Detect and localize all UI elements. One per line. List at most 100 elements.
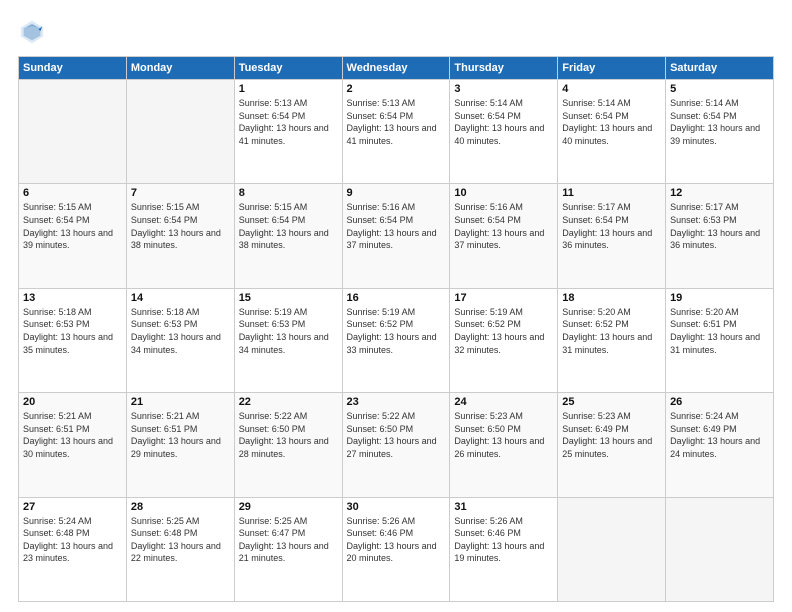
cell-info: Sunrise: 5:15 AM Sunset: 6:54 PM Dayligh… bbox=[23, 201, 122, 251]
calendar-cell: 8Sunrise: 5:15 AM Sunset: 6:54 PM Daylig… bbox=[234, 184, 342, 288]
calendar-week-3: 13 Sunrise: 5:18 AM Sunset: 6:53 PM Dayli… bbox=[19, 288, 774, 392]
calendar-header-thursday: Thursday bbox=[450, 57, 558, 80]
calendar-cell: 14 Sunrise: 5:18 AM Sunset: 6:53 PM Dayli… bbox=[126, 288, 234, 392]
calendar-header-sunday: Sunday bbox=[19, 57, 127, 80]
calendar-cell: 7 Sunrise: 5:15 AM Sunset: 6:54 PM Daylig… bbox=[126, 184, 234, 288]
calendar-cell: 28 Sunrise: 5:25 AM Sunset: 6:48 PM Dayli… bbox=[126, 497, 234, 601]
calendar-cell: 5 Sunrise: 5:14 AM Sunset: 6:54 PM Daylig… bbox=[666, 80, 774, 184]
cell-info: Sunrise: 5:18 AM Sunset: 6:53 PM Dayligh… bbox=[23, 306, 122, 356]
calendar-cell: 27Sunrise: 5:24 AM Sunset: 6:48 PM Dayli… bbox=[19, 497, 127, 601]
day-number: 19 bbox=[670, 292, 769, 304]
calendar-cell: 17 Sunrise: 5:19 AM Sunset: 6:52 PM Dayli… bbox=[450, 288, 558, 392]
day-number: 2 bbox=[347, 83, 446, 95]
day-number: 28 bbox=[131, 501, 230, 513]
calendar-cell: 22 Sunrise: 5:22 AM Sunset: 6:50 PM Dayli… bbox=[234, 393, 342, 497]
day-number: 7 bbox=[131, 187, 230, 199]
cell-info: Sunrise: 5:19 AM Sunset: 6:52 PM Dayligh… bbox=[347, 306, 446, 356]
calendar-cell bbox=[666, 497, 774, 601]
calendar-cell: 16 Sunrise: 5:19 AM Sunset: 6:52 PM Dayli… bbox=[342, 288, 450, 392]
day-number: 11 bbox=[562, 187, 661, 199]
calendar-week-5: 27Sunrise: 5:24 AM Sunset: 6:48 PM Dayli… bbox=[19, 497, 774, 601]
day-number: 17 bbox=[454, 292, 553, 304]
cell-info: Sunrise: 5:26 AM Sunset: 6:46 PM Dayligh… bbox=[347, 515, 446, 565]
cell-info: Sunrise: 5:16 AM Sunset: 6:54 PM Dayligh… bbox=[347, 201, 446, 251]
calendar-cell: 3Sunrise: 5:14 AM Sunset: 6:54 PM Daylig… bbox=[450, 80, 558, 184]
calendar-header-monday: Monday bbox=[126, 57, 234, 80]
calendar-header-friday: Friday bbox=[558, 57, 666, 80]
day-number: 22 bbox=[239, 396, 338, 408]
day-number: 12 bbox=[670, 187, 769, 199]
calendar-cell: 24Sunrise: 5:23 AM Sunset: 6:50 PM Dayli… bbox=[450, 393, 558, 497]
calendar-week-4: 20 Sunrise: 5:21 AM Sunset: 6:51 PM Dayli… bbox=[19, 393, 774, 497]
cell-info: Sunrise: 5:20 AM Sunset: 6:51 PM Dayligh… bbox=[670, 306, 769, 356]
cell-info: Sunrise: 5:15 AM Sunset: 6:54 PM Dayligh… bbox=[131, 201, 230, 251]
calendar-cell: 12Sunrise: 5:17 AM Sunset: 6:53 PM Dayli… bbox=[666, 184, 774, 288]
calendar-header-saturday: Saturday bbox=[666, 57, 774, 80]
cell-info: Sunrise: 5:22 AM Sunset: 6:50 PM Dayligh… bbox=[347, 410, 446, 460]
calendar-cell: 1Sunrise: 5:13 AM Sunset: 6:54 PM Daylig… bbox=[234, 80, 342, 184]
calendar-cell: 23 Sunrise: 5:22 AM Sunset: 6:50 PM Dayli… bbox=[342, 393, 450, 497]
cell-info: Sunrise: 5:19 AM Sunset: 6:53 PM Dayligh… bbox=[239, 306, 338, 356]
cell-info: Sunrise: 5:25 AM Sunset: 6:48 PM Dayligh… bbox=[131, 515, 230, 565]
calendar-header-row: SundayMondayTuesdayWednesdayThursdayFrid… bbox=[19, 57, 774, 80]
calendar-cell: 26 Sunrise: 5:24 AM Sunset: 6:49 PM Dayli… bbox=[666, 393, 774, 497]
calendar-cell bbox=[558, 497, 666, 601]
calendar-cell: 15Sunrise: 5:19 AM Sunset: 6:53 PM Dayli… bbox=[234, 288, 342, 392]
cell-info: Sunrise: 5:19 AM Sunset: 6:52 PM Dayligh… bbox=[454, 306, 553, 356]
cell-info: Sunrise: 5:20 AM Sunset: 6:52 PM Dayligh… bbox=[562, 306, 661, 356]
calendar-cell: 6Sunrise: 5:15 AM Sunset: 6:54 PM Daylig… bbox=[19, 184, 127, 288]
calendar-cell bbox=[19, 80, 127, 184]
calendar-header-tuesday: Tuesday bbox=[234, 57, 342, 80]
page: SundayMondayTuesdayWednesdayThursdayFrid… bbox=[0, 0, 792, 612]
cell-info: Sunrise: 5:22 AM Sunset: 6:50 PM Dayligh… bbox=[239, 410, 338, 460]
day-number: 10 bbox=[454, 187, 553, 199]
calendar-cell: 21Sunrise: 5:21 AM Sunset: 6:51 PM Dayli… bbox=[126, 393, 234, 497]
day-number: 31 bbox=[454, 501, 553, 513]
day-number: 16 bbox=[347, 292, 446, 304]
day-number: 25 bbox=[562, 396, 661, 408]
cell-info: Sunrise: 5:21 AM Sunset: 6:51 PM Dayligh… bbox=[23, 410, 122, 460]
calendar-cell: 25Sunrise: 5:23 AM Sunset: 6:49 PM Dayli… bbox=[558, 393, 666, 497]
day-number: 9 bbox=[347, 187, 446, 199]
calendar-cell bbox=[126, 80, 234, 184]
calendar-cell: 29 Sunrise: 5:25 AM Sunset: 6:47 PM Dayli… bbox=[234, 497, 342, 601]
calendar-header-wednesday: Wednesday bbox=[342, 57, 450, 80]
cell-info: Sunrise: 5:21 AM Sunset: 6:51 PM Dayligh… bbox=[131, 410, 230, 460]
day-number: 26 bbox=[670, 396, 769, 408]
calendar-table: SundayMondayTuesdayWednesdayThursdayFrid… bbox=[18, 56, 774, 602]
calendar-cell: 30 Sunrise: 5:26 AM Sunset: 6:46 PM Dayli… bbox=[342, 497, 450, 601]
cell-info: Sunrise: 5:14 AM Sunset: 6:54 PM Dayligh… bbox=[562, 97, 661, 147]
day-number: 5 bbox=[670, 83, 769, 95]
cell-info: Sunrise: 5:13 AM Sunset: 6:54 PM Dayligh… bbox=[347, 97, 446, 147]
day-number: 14 bbox=[131, 292, 230, 304]
cell-info: Sunrise: 5:24 AM Sunset: 6:49 PM Dayligh… bbox=[670, 410, 769, 460]
header bbox=[18, 18, 774, 46]
cell-info: Sunrise: 5:13 AM Sunset: 6:54 PM Dayligh… bbox=[239, 97, 338, 147]
cell-info: Sunrise: 5:16 AM Sunset: 6:54 PM Dayligh… bbox=[454, 201, 553, 251]
cell-info: Sunrise: 5:17 AM Sunset: 6:54 PM Dayligh… bbox=[562, 201, 661, 251]
cell-info: Sunrise: 5:18 AM Sunset: 6:53 PM Dayligh… bbox=[131, 306, 230, 356]
calendar-cell: 11 Sunrise: 5:17 AM Sunset: 6:54 PM Dayli… bbox=[558, 184, 666, 288]
day-number: 20 bbox=[23, 396, 122, 408]
calendar-cell: 2 Sunrise: 5:13 AM Sunset: 6:54 PM Daylig… bbox=[342, 80, 450, 184]
calendar-cell: 31 Sunrise: 5:26 AM Sunset: 6:46 PM Dayli… bbox=[450, 497, 558, 601]
day-number: 18 bbox=[562, 292, 661, 304]
calendar-cell: 10 Sunrise: 5:16 AM Sunset: 6:54 PM Dayli… bbox=[450, 184, 558, 288]
logo-icon bbox=[18, 18, 46, 46]
calendar-cell: 18 Sunrise: 5:20 AM Sunset: 6:52 PM Dayli… bbox=[558, 288, 666, 392]
calendar-cell: 20 Sunrise: 5:21 AM Sunset: 6:51 PM Dayli… bbox=[19, 393, 127, 497]
calendar-cell: 4 Sunrise: 5:14 AM Sunset: 6:54 PM Daylig… bbox=[558, 80, 666, 184]
cell-info: Sunrise: 5:25 AM Sunset: 6:47 PM Dayligh… bbox=[239, 515, 338, 565]
cell-info: Sunrise: 5:14 AM Sunset: 6:54 PM Dayligh… bbox=[454, 97, 553, 147]
day-number: 23 bbox=[347, 396, 446, 408]
cell-info: Sunrise: 5:14 AM Sunset: 6:54 PM Dayligh… bbox=[670, 97, 769, 147]
calendar-cell: 9 Sunrise: 5:16 AM Sunset: 6:54 PM Daylig… bbox=[342, 184, 450, 288]
day-number: 8 bbox=[239, 187, 338, 199]
day-number: 30 bbox=[347, 501, 446, 513]
day-number: 13 bbox=[23, 292, 122, 304]
calendar-cell: 13 Sunrise: 5:18 AM Sunset: 6:53 PM Dayli… bbox=[19, 288, 127, 392]
day-number: 29 bbox=[239, 501, 338, 513]
day-number: 4 bbox=[562, 83, 661, 95]
calendar-week-2: 6Sunrise: 5:15 AM Sunset: 6:54 PM Daylig… bbox=[19, 184, 774, 288]
cell-info: Sunrise: 5:26 AM Sunset: 6:46 PM Dayligh… bbox=[454, 515, 553, 565]
